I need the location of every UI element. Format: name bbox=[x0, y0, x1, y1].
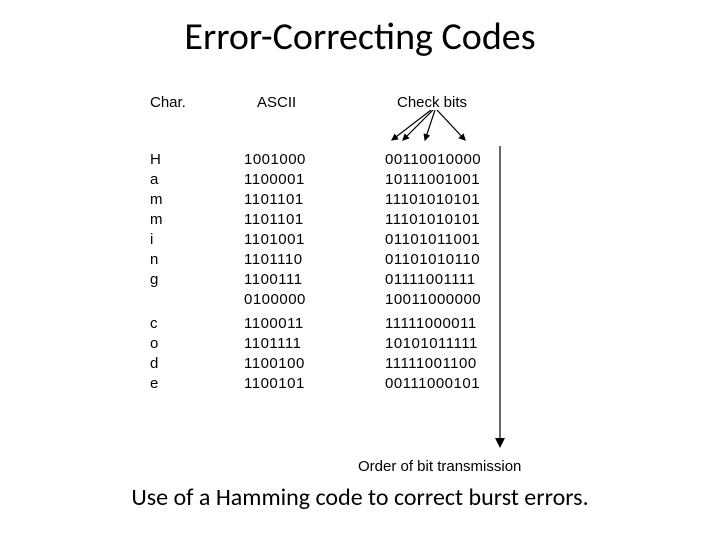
table-row: m 1101101 11101010101 bbox=[0, 190, 720, 210]
caption: Use of a Hamming code to correct burst e… bbox=[0, 483, 720, 512]
cell-char: a bbox=[150, 170, 158, 190]
figure-area: Char. ASCII Check bits H 1001000 001100100… bbox=[0, 90, 720, 404]
table-row: i 1101001 01101011001 bbox=[0, 230, 720, 250]
cell-char: H bbox=[150, 150, 161, 170]
cell-char: d bbox=[150, 354, 158, 374]
cell-ascii: 1100111 bbox=[244, 270, 303, 290]
hamming-code-table: H 1001000 00110010000 a 1100001 10111001001 m 1… bbox=[0, 150, 720, 404]
column-headers: Char. ASCII Check bits bbox=[0, 90, 720, 150]
cell-ascii: 1101110 bbox=[244, 250, 303, 270]
cell-ascii: 0100000 bbox=[244, 290, 306, 310]
cell-ascii: 1100101 bbox=[244, 374, 305, 394]
order-of-transmission-label: Order of bit transmission bbox=[358, 458, 521, 475]
cell-char: m bbox=[150, 210, 163, 230]
cell-ascii: 1100001 bbox=[244, 170, 305, 190]
cell-char: m bbox=[150, 190, 163, 210]
table-row: n 1101110 01101010110 bbox=[0, 250, 720, 270]
table-row: d 1100100 11111001100 bbox=[0, 354, 720, 374]
cell-char: g bbox=[150, 270, 158, 290]
cell-check: 00111000101 bbox=[385, 374, 480, 394]
table-row: g 1100111 01111001111 bbox=[0, 270, 720, 290]
transmission-order-arrow-icon bbox=[490, 144, 520, 460]
cell-check: 00110010000 bbox=[385, 150, 481, 170]
cell-ascii: 1101101 bbox=[244, 190, 304, 210]
cell-check: 11111001100 bbox=[385, 354, 477, 374]
header-ascii: ASCII bbox=[257, 94, 296, 111]
cell-ascii: 1101111 bbox=[244, 334, 301, 354]
cell-check: 10011000000 bbox=[385, 290, 481, 310]
cell-char: i bbox=[150, 230, 153, 250]
header-check: Check bits bbox=[397, 94, 467, 111]
cell-ascii: 1101101 bbox=[244, 210, 304, 230]
cell-ascii: 1100100 bbox=[244, 354, 305, 374]
table-row: 0100000 10011000000 bbox=[0, 290, 720, 310]
cell-check: 11101010101 bbox=[385, 210, 480, 230]
cell-check: 10111001001 bbox=[385, 170, 480, 190]
page-title: Error-Correcting Codes bbox=[0, 0, 720, 60]
cell-char: e bbox=[150, 374, 158, 394]
cell-check: 01101011001 bbox=[385, 230, 480, 250]
cell-ascii: 1001000 bbox=[244, 150, 306, 170]
header-char: Char. bbox=[150, 94, 186, 111]
table-row: c 1100011 11111000011 bbox=[0, 314, 720, 334]
cell-check: 01111001111 bbox=[385, 270, 476, 290]
cell-ascii: 1101001 bbox=[244, 230, 305, 250]
cell-ascii: 1100011 bbox=[244, 314, 304, 334]
table-row: a 1100001 10111001001 bbox=[0, 170, 720, 190]
table-row: o 1101111 10101011111 bbox=[0, 334, 720, 354]
check-bits-arrows-icon bbox=[385, 110, 505, 150]
cell-check: 10101011111 bbox=[385, 334, 478, 354]
cell-char: o bbox=[150, 334, 158, 354]
table-row: m 1101101 11101010101 bbox=[0, 210, 720, 230]
cell-char: c bbox=[150, 314, 158, 334]
table-row: e 1100101 00111000101 bbox=[0, 374, 720, 394]
cell-check: 01101010110 bbox=[385, 250, 480, 270]
cell-char: n bbox=[150, 250, 158, 270]
table-row: H 1001000 00110010000 bbox=[0, 150, 720, 170]
cell-check: 11101010101 bbox=[385, 190, 480, 210]
cell-check: 11111000011 bbox=[385, 314, 477, 334]
